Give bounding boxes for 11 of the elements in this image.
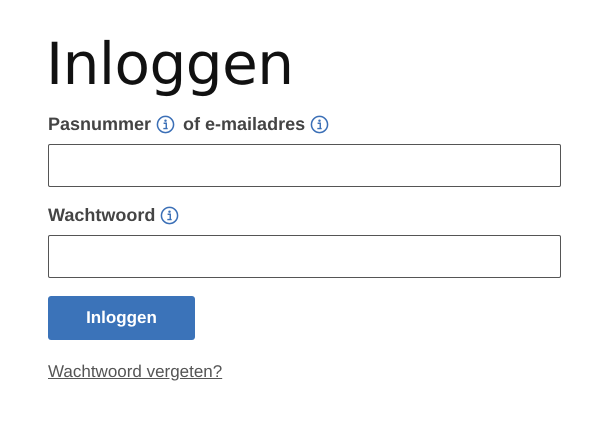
login-button[interactable]: Inloggen bbox=[48, 296, 195, 340]
forgot-password-link[interactable]: Wachtwoord vergeten? bbox=[48, 362, 222, 381]
page-title: Inloggen bbox=[46, 30, 295, 100]
field-label: Pasnummer bbox=[48, 114, 152, 135]
field-label: Wachtwoord bbox=[48, 204, 156, 226]
input-field[interactable] bbox=[48, 234, 561, 278]
input-field[interactable] bbox=[48, 144, 561, 187]
info-icon[interactable] bbox=[160, 206, 180, 225]
info-icon[interactable] bbox=[156, 114, 176, 134]
info-icon[interactable] bbox=[310, 114, 330, 134]
field-label: of e-mailadres bbox=[183, 114, 306, 135]
